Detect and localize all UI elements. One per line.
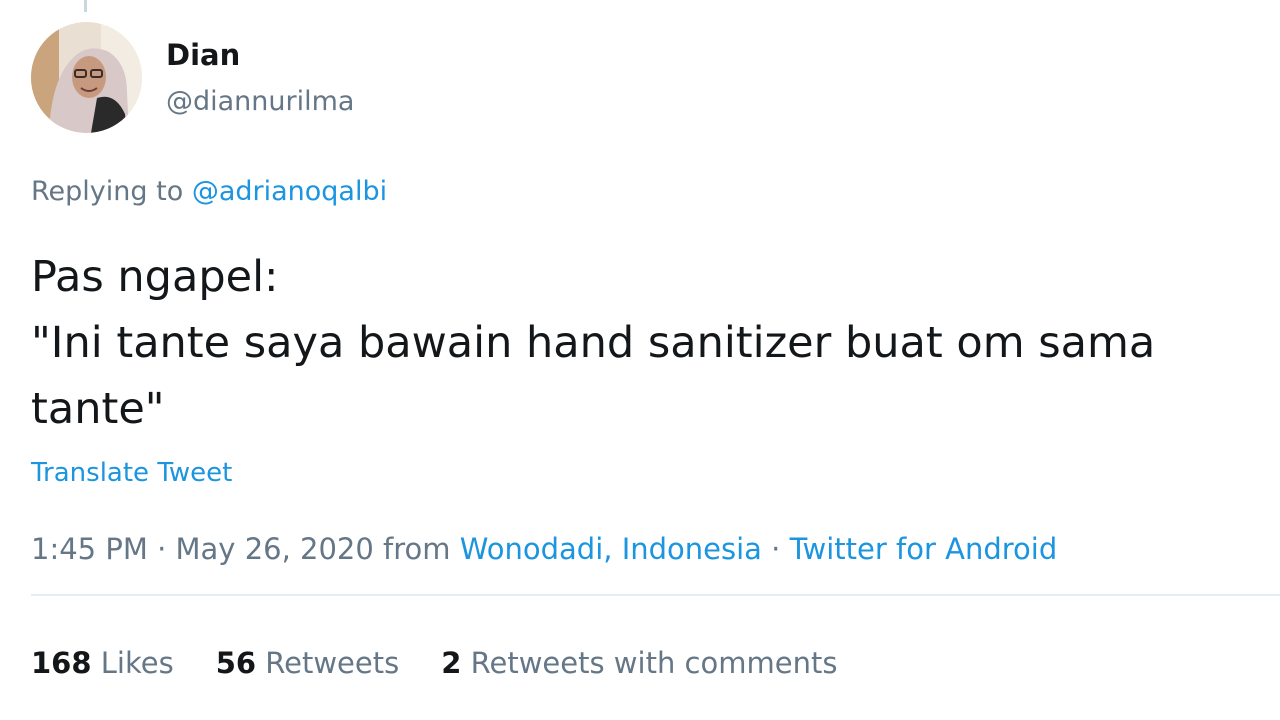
user-handle[interactable]: @diannurilma [166, 86, 354, 117]
tweet-metadata: 1:45 PM · May 26, 2020 from Wonodadi, In… [31, 532, 1057, 566]
quote-tweets-count: 2 [441, 646, 462, 680]
display-name[interactable]: Dian [166, 38, 240, 72]
tweet-time[interactable]: 1:45 PM [31, 532, 148, 566]
tweet-detail: Dian @diannurilma Replying to @adrianoqa… [0, 0, 1280, 720]
location-link[interactable]: Wonodadi, Indonesia [460, 532, 762, 566]
retweets-label: Retweets [256, 646, 400, 680]
engagement-stats: 168 Likes 56 Retweets 2 Retweets with comm… [31, 646, 879, 680]
translate-tweet-link[interactable]: Translate Tweet [31, 458, 232, 488]
likes-stat[interactable]: 168 Likes [31, 646, 174, 680]
meta-separator: · [761, 532, 790, 566]
from-label: from [373, 532, 460, 566]
meta-separator: · [147, 532, 176, 566]
tweet-text: Pas ngapel: "Ini tante saya bawain hand … [31, 252, 1156, 434]
client-link[interactable]: Twitter for Android [790, 532, 1058, 566]
reply-mention-link[interactable]: @adrianoqalbi [192, 176, 387, 207]
quote-tweets-label: Retweets with comments [461, 646, 838, 680]
retweets-count: 56 [215, 646, 257, 680]
likes-count: 168 [31, 646, 92, 680]
thread-connector-line [84, 0, 87, 12]
replying-to-line: Replying to @adrianoqalbi [31, 176, 387, 207]
avatar-image [31, 22, 142, 133]
retweets-stat[interactable]: 56 Retweets [216, 646, 400, 680]
avatar[interactable] [31, 22, 142, 133]
likes-label: Likes [91, 646, 174, 680]
quote-tweets-stat[interactable]: 2 Retweets with comments [441, 646, 837, 680]
tweet-date[interactable]: May 26, 2020 [176, 532, 374, 566]
replying-to-label: Replying to [31, 176, 192, 207]
divider [31, 594, 1280, 596]
